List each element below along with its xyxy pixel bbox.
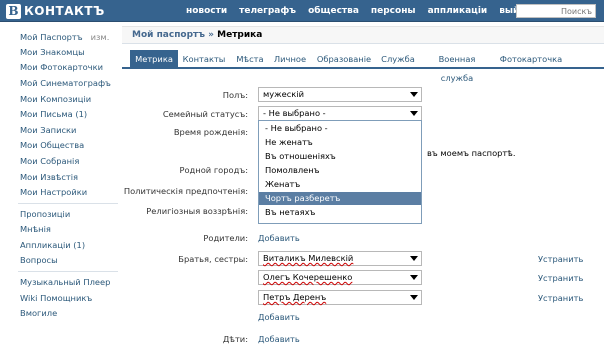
birth-visibility-hint: въ моемъ паспортѣ. [427, 148, 516, 158]
gender-value: мужескiй [263, 89, 305, 99]
sidebar-item-events[interactable]: Мои Собранiя [20, 156, 79, 166]
tab-personal[interactable]: Личное [270, 50, 310, 69]
sidebar-divider [18, 203, 118, 204]
sidebar-item-wiki[interactable]: Wiki Помощникъ [20, 293, 92, 303]
tab-education[interactable]: Образованiе [314, 50, 374, 69]
parents-label: Родители: [203, 233, 248, 243]
dropdown-option[interactable]: Помолвленъ [259, 164, 421, 177]
sidebar-item-opinions[interactable]: Мнѣнiя [20, 224, 51, 234]
children-label: Дѣти: [222, 334, 248, 344]
dropdown-option[interactable]: Женатъ [259, 178, 421, 191]
dropdown-option[interactable]: - Не выбрано - [259, 122, 421, 135]
sidebar-item-photos[interactable]: Мои Фотокарточки [20, 62, 103, 72]
left-sidebar: Мой Паспортъ изм. Мои Знакомцы Мои Фотока… [0, 22, 122, 354]
chevron-down-icon [410, 256, 418, 261]
tab-contacts[interactable]: Контакты [180, 50, 228, 69]
tab-career[interactable]: Служба [378, 50, 418, 69]
add-parent-link[interactable]: Добавить [258, 233, 300, 243]
add-child-link[interactable]: Добавить [258, 334, 300, 344]
sidebar-item-messages[interactable]: Мои Письма (1) [20, 109, 87, 119]
topnav-news[interactable]: новости [180, 0, 233, 22]
remove-sibling-link[interactable]: Устранить [538, 273, 583, 283]
sidebar-item-groups[interactable]: Мои Общества [20, 140, 84, 150]
top-navigation: новости телеграфъ общества персоны аппли… [180, 0, 537, 22]
sidebar-item-friends[interactable]: Мои Знакомцы [20, 47, 85, 57]
dropdown-option[interactable]: Не женатъ [259, 136, 421, 149]
sidebar-item-grave[interactable]: Вмогиле [20, 308, 57, 318]
chevron-down-icon [410, 275, 418, 280]
siblings-label: Братья, сестры: [178, 254, 248, 264]
religion-label: Религiозныя воззрѣнiя: [146, 206, 248, 216]
top-header: В контактъ новости телеграфъ общества пе… [0, 0, 604, 22]
marital-status-dropdown: - Не выбрано - Не женатъ Въ отношенiяхъ … [258, 120, 422, 224]
birth-date-label: Время рожденiя: [173, 127, 248, 137]
dropdown-option-highlighted[interactable]: Чортъ разберетъ [259, 192, 421, 205]
search-input[interactable] [517, 5, 595, 17]
sidebar-item-offers[interactable]: Пропозицiи [20, 209, 70, 219]
breadcrumb-parent[interactable]: Мой паспортъ [132, 30, 205, 40]
sidebar-item-passport[interactable]: Мой Паспортъ изм. [20, 32, 109, 42]
add-sibling-link[interactable]: Добавить [258, 312, 300, 322]
marital-status-value: - Не выбрано - [263, 108, 326, 118]
profile-tabs: Метрика Контакты Мѣста Личное Образованi… [122, 50, 604, 83]
marital-status-label: Семейный статусъ: [162, 109, 248, 119]
chevron-down-icon [410, 111, 418, 116]
sidebar-item-notes[interactable]: Мои Записки [20, 125, 76, 135]
sibling-select[interactable]: Петръ Деренъ [258, 290, 422, 305]
gender-label: Полъ: [222, 90, 248, 100]
site-logo[interactable]: В контактъ [6, 3, 105, 19]
sibling-select[interactable]: Виталикъ Милевскiй [258, 251, 422, 266]
remove-sibling-link[interactable]: Устранить [538, 254, 583, 264]
topnav-telegraph[interactable]: телеграфъ [233, 0, 302, 22]
breadcrumb-separator: » [208, 30, 214, 40]
sidebar-divider [18, 271, 118, 272]
chevron-down-icon [410, 92, 418, 97]
sidebar-item-questions[interactable]: Вопросы [20, 255, 58, 265]
gender-select[interactable]: мужескiй [258, 87, 422, 102]
chevron-down-icon [410, 295, 418, 300]
sidebar-item-audio[interactable]: Мои Композицiи [20, 94, 91, 104]
sibling-select[interactable]: Олегъ Кочерешенко [258, 270, 422, 285]
sibling-name: Петръ Деренъ [263, 292, 327, 302]
logo-text: контактъ [24, 4, 105, 18]
sidebar-item-videos[interactable]: Мой Синематографъ [20, 78, 111, 88]
sidebar-item-label: Мой Паспортъ [20, 32, 83, 42]
remove-sibling-link[interactable]: Устранить [538, 293, 583, 303]
tab-places[interactable]: Мѣста [232, 50, 268, 69]
marital-status-select[interactable]: - Не выбрано - [258, 106, 422, 121]
tab-military[interactable]: Военная служба [422, 50, 492, 83]
dropdown-option[interactable]: Въ отношенiяхъ [259, 150, 421, 163]
tab-photo[interactable]: Фотокарточка [498, 50, 564, 69]
sidebar-item-settings[interactable]: Мои Настройки [20, 187, 87, 197]
breadcrumb: Мой паспортъ » Метрика [122, 26, 604, 44]
topnav-people[interactable]: персоны [365, 0, 422, 22]
sidebar-item-music-player[interactable]: Музыкальный Плеер [20, 277, 110, 287]
sibling-name: Олегъ Кочерешенко [263, 272, 353, 282]
edit-link[interactable]: изм. [91, 32, 110, 42]
hometown-label: Родной городъ: [179, 165, 248, 175]
search-box [516, 4, 596, 18]
sibling-name: Виталикъ Милевскiй [263, 253, 354, 263]
topnav-groups[interactable]: общества [302, 0, 365, 22]
tab-metrics[interactable]: Метрика [130, 50, 178, 69]
sidebar-item-apps[interactable]: Аппликацiи (1) [20, 240, 85, 250]
breadcrumb-current: Метрика [217, 30, 263, 40]
topnav-apps[interactable]: аппликацiи [422, 0, 494, 22]
sidebar-item-news[interactable]: Мои Извѣстiя [20, 172, 78, 182]
logo-letter: В [6, 3, 21, 19]
political-views-label: Политическiя предпочтенiя: [123, 186, 248, 196]
dropdown-option[interactable]: Въ нетаяхъ [259, 206, 421, 219]
